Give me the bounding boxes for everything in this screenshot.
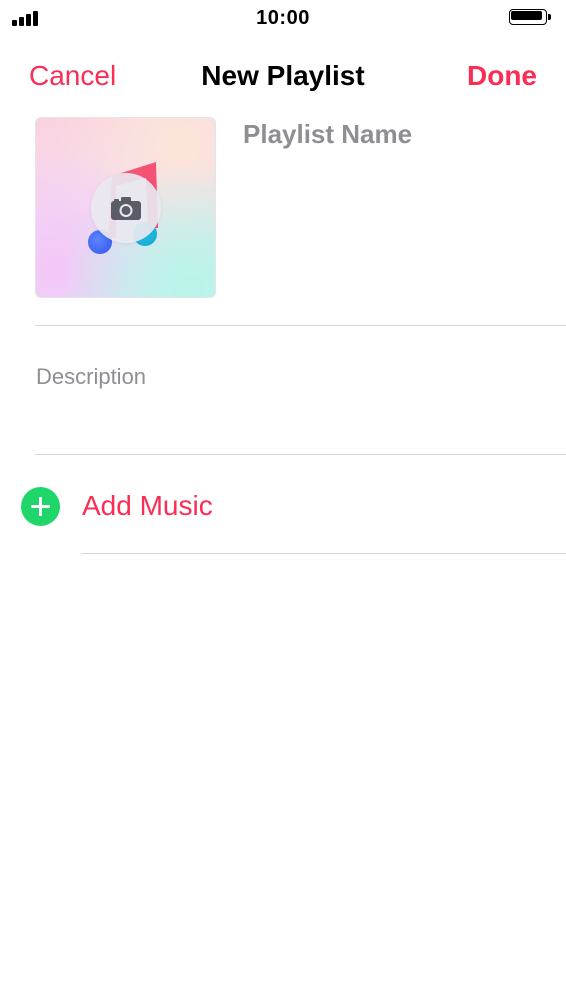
divider — [81, 553, 566, 554]
camera-button[interactable] — [91, 173, 161, 243]
add-music-button[interactable]: Add Music — [0, 470, 566, 544]
status-bar: 10:00 — [0, 0, 566, 36]
camera-icon — [111, 197, 141, 220]
status-time: 10:00 — [256, 7, 310, 29]
divider — [35, 454, 566, 455]
playlist-artwork-button[interactable] — [35, 117, 216, 298]
add-music-label: Add Music — [82, 490, 213, 521]
new-playlist-screen: 10:00 Cancel New Playlist Done Playlist … — [0, 0, 566, 1004]
playlist-name-field[interactable] — [243, 119, 543, 150]
description-field[interactable] — [36, 364, 536, 390]
plus-circle-icon — [21, 487, 60, 526]
divider — [35, 325, 566, 326]
done-button[interactable]: Done — [467, 60, 537, 92]
battery-full-icon — [509, 9, 551, 27]
